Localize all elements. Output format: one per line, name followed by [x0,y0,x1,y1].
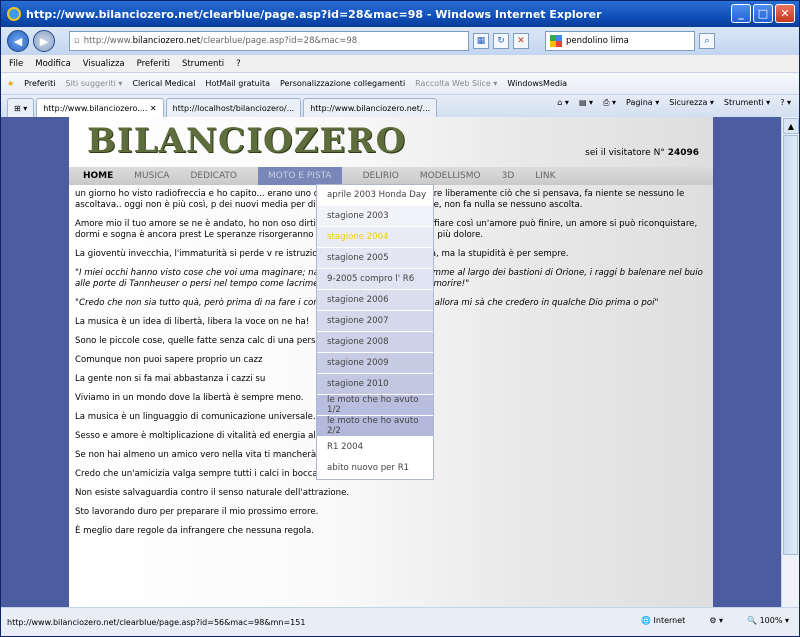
window-title: http://www.bilanciozero.net/clearblue/pa… [26,7,602,21]
maximize-button[interactable]: □ [753,4,773,23]
visitor-counter: sei il visitatore N° 24096 [585,148,699,158]
ie-logo-icon [7,7,21,21]
scroll-thumb[interactable] [783,135,798,555]
dropdown-item[interactable]: stagione 2007 [317,311,433,332]
page-viewport: BILANCIOZERO sei il visitatore N° 24096 … [1,117,781,607]
menu-preferiti[interactable]: Preferiti [137,59,170,69]
site-nav: HOME MUSICA DEDICATO MOTO E PISTA DELIRI… [69,167,713,185]
nav-musica[interactable]: MUSICA [134,171,169,181]
menu-visualizza[interactable]: Visualizza [83,59,125,69]
google-icon [550,35,562,47]
tab-bar: ⊞ ▾ http://www.bilanciozero.... ✕ http:/… [1,95,799,117]
menu-bar: File Modifica Visualizza Preferiti Strum… [1,55,799,73]
dropdown-item[interactable]: stagione 2008 [317,332,433,353]
close-button[interactable]: ✕ [775,4,795,23]
print-icon[interactable]: ⎙ ▾ [603,98,616,108]
nav-dedicato[interactable]: DEDICATO [190,171,237,181]
nav-modellismo[interactable]: MODELLISMO [420,171,481,181]
dropdown-item[interactable]: stagione 2010 [317,374,433,395]
tab-1[interactable]: http://www.bilanciozero.... ✕ [36,98,164,117]
tab-3[interactable]: http://www.bilanciozero.net/... [303,98,438,117]
nav-moto-e-pista[interactable]: MOTO E PISTA [258,167,342,185]
fav-item[interactable]: Clerical Medical [132,79,195,88]
paragraph: Non esiste salvaguardia contro il senso … [75,488,350,498]
url-input[interactable]: ▫ http://www.bilanciozero.net/clearblue/… [69,31,469,51]
status-bar: http://www.bilanciozero.net/clearblue/pa… [1,607,799,636]
minimize-button[interactable]: _ [731,4,751,23]
home-icon[interactable]: ⌂ ▾ [557,98,569,108]
stop-icon[interactable]: ✕ [513,33,529,49]
paragraph: Sto lavorando duro per preparare il mio … [75,507,319,517]
tools-menu[interactable]: Strumenti ▾ [724,98,770,108]
search-icon[interactable]: ⌕ [699,33,715,49]
help-icon[interactable]: ? ▾ [780,98,791,108]
vertical-scrollbar[interactable]: ▲ [781,117,799,607]
fav-item[interactable]: HotMail gratuita [205,79,270,88]
moto-dropdown-menu: aprile 2003 Honda Day stagione 2003 stag… [316,184,434,480]
nav-home[interactable]: HOME [83,171,113,181]
dropdown-item[interactable]: stagione 2006 [317,290,433,311]
dropdown-item[interactable]: stagione 2009 [317,353,433,374]
dropdown-item[interactable]: R1 2004 [317,437,433,458]
nav-delirio[interactable]: DELIRIO [363,171,399,181]
quick-tabs-button[interactable]: ⊞ ▾ [7,98,35,117]
status-url: http://www.bilanciozero.net/clearblue/pa… [7,618,306,627]
menu-strumenti[interactable]: Strumenti [182,59,224,69]
title-bar: http://www.bilanciozero.net/clearblue/pa… [1,1,799,27]
internet-zone: 🌐 Internet [641,616,686,625]
feeds-icon[interactable]: ▤ ▾ [579,98,593,108]
dropdown-item[interactable]: stagione 2005 [317,248,433,269]
search-input[interactable]: pendolino lima [545,31,695,51]
favorites-star-icon: ★ [7,79,15,88]
compat-view-icon[interactable]: ▦ [473,33,489,49]
menu-file[interactable]: File [9,59,23,69]
fav-item[interactable]: Personalizzazione collegamenti [280,79,405,88]
fav-item[interactable]: WindowsMedia [507,79,567,88]
site-logo[interactable]: BILANCIOZERO [87,121,406,161]
dropdown-item[interactable]: aprile 2003 Honda Day [317,185,433,206]
menu-help[interactable]: ? [236,59,241,69]
refresh-icon[interactable]: ↻ [493,33,509,49]
back-button[interactable]: ◀ [7,30,29,52]
site-page: BILANCIOZERO sei il visitatore N° 24096 … [69,117,713,607]
favorites-button[interactable]: Preferiti [24,79,55,88]
browser-window: http://www.bilanciozero.net/clearblue/pa… [0,0,800,637]
dropdown-item[interactable]: abito nuovo per R1 [317,458,433,479]
tab-2[interactable]: http://localhost/bilanciozero/... [165,98,302,117]
security-menu[interactable]: Sicurezza ▾ [669,98,714,108]
zoom-control[interactable]: 🔍 100% ▾ [747,616,789,625]
dropdown-item[interactable]: le moto che ho avuto 1/2 [317,395,433,416]
forward-button[interactable]: ▶ [33,30,55,52]
fav-item[interactable]: Raccolta Web Slice ▾ [415,79,497,88]
dropdown-item[interactable]: le moto che ho avuto 2/2 [317,416,433,437]
paragraph: È meglio dare regole da infrangere che n… [75,526,315,536]
favorites-bar: ★ Preferiti Siti suggeriti ▾ Clerical Me… [1,73,799,95]
address-bar: ◀ ▶ ▫ http://www.bilanciozero.net/clearb… [1,27,799,55]
protected-mode-icon[interactable]: ⚙ ▾ [709,616,723,625]
page-menu[interactable]: Pagina ▾ [626,98,659,108]
nav-link[interactable]: LINK [535,171,555,181]
menu-modifica[interactable]: Modifica [35,59,71,69]
scroll-up-icon[interactable]: ▲ [783,118,799,134]
dropdown-item[interactable]: 9-2005 compro l' R6 [317,269,433,290]
page-icon: ▫ [74,36,80,46]
dropdown-item[interactable]: stagione 2003 [317,206,433,227]
nav-3d[interactable]: 3D [502,171,515,181]
dropdown-item[interactable]: stagione 2004 [317,227,433,248]
fav-item[interactable]: Siti suggeriti ▾ [66,79,123,88]
